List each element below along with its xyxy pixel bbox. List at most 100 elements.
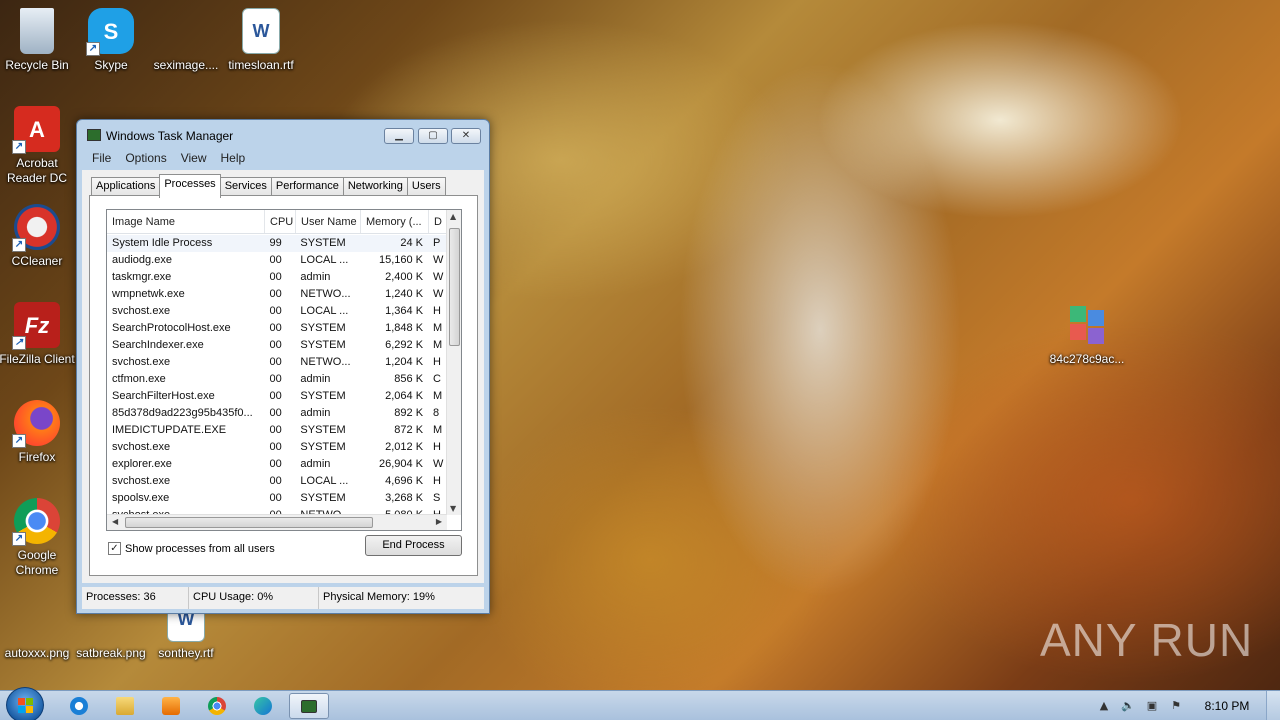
menu-file[interactable]: File <box>85 150 118 168</box>
anyrun-watermark: ANY RUN <box>1040 610 1253 670</box>
taskbar-chrome[interactable] <box>197 693 237 719</box>
desktop-icon-timesloan[interactable]: W timesloan.rtf <box>222 8 300 73</box>
tab-applications[interactable]: Applications <box>91 177 161 197</box>
shortcut-arrow-icon: ↗ <box>12 532 26 546</box>
desktop-icon-firefox[interactable]: ↗ Firefox <box>0 400 76 465</box>
row-image-name: svchost.exe <box>112 475 171 487</box>
desktop-icon-chrome[interactable]: ↗ Google Chrome <box>0 498 76 578</box>
scroll-down-icon[interactable]: ▼ <box>450 504 456 513</box>
watermark-text: ANY RUN <box>1040 614 1254 666</box>
shortcut-arrow-icon: ↗ <box>86 42 100 56</box>
close-button[interactable]: ✕ <box>451 128 481 144</box>
desktop-icon-ccleaner[interactable]: ↗ CCleaner <box>0 204 76 269</box>
table-row[interactable]: explorer.exe 00 admin 26,904 K W <box>107 456 448 473</box>
desktop-icon-sample[interactable]: 84c278c9ac... <box>1048 302 1126 367</box>
vertical-scrollbar[interactable]: ▲ ▼ <box>446 210 461 515</box>
table-row[interactable]: svchost.exe 00 SYSTEM 2,012 K H <box>107 439 448 456</box>
clock[interactable]: 8:10 PM <box>1188 699 1266 713</box>
scroll-right-icon[interactable]: ▶ <box>436 517 442 526</box>
row-memory: 2,012 K <box>385 441 424 453</box>
shortcut-arrow-icon: ↗ <box>12 336 26 350</box>
network-icon[interactable]: ▣ <box>1144 699 1160 713</box>
explorer-icon <box>116 697 134 715</box>
tab-processes[interactable]: Processes <box>159 174 221 198</box>
table-row[interactable]: System Idle Process 99 SYSTEM 24 K P <box>107 235 448 252</box>
start-button[interactable] <box>6 687 44 720</box>
taskbar-media-player[interactable] <box>151 693 191 719</box>
menu-view[interactable]: View <box>174 150 214 168</box>
tray-expand-icon[interactable]: ▲ <box>1096 699 1112 713</box>
menu-options[interactable]: Options <box>118 150 173 168</box>
table-row[interactable]: svchost.exe 00 LOCAL ... 4,696 K H <box>107 473 448 490</box>
tab-networking[interactable]: Networking <box>342 177 408 197</box>
title-bar[interactable]: Windows Task Manager ▁ ▢ ✕ <box>77 120 489 150</box>
row-user-name: NETWO... <box>300 288 351 300</box>
table-row[interactable]: SearchFilterHost.exe 00 SYSTEM 2,064 K M <box>107 388 448 405</box>
show-all-users-label[interactable]: Show processes from all users <box>125 543 275 555</box>
table-row[interactable]: audiodg.exe 00 LOCAL ... 15,160 K W <box>107 252 448 269</box>
table-row[interactable]: 85d378d9ad223g95b435f0... 00 admin 892 K 8 <box>107 405 448 422</box>
desktop-icon-label: CCleaner <box>11 254 63 268</box>
volume-icon[interactable]: 🔈 <box>1120 699 1136 713</box>
row-memory: 856 K <box>394 373 424 385</box>
table-row[interactable]: svchost.exe 00 LOCAL ... 1,364 K H <box>107 303 448 320</box>
taskbar-explorer[interactable] <box>105 693 145 719</box>
desktop-icon-recycle-bin[interactable]: Recycle Bin <box>0 8 76 73</box>
row-image-name: svchost.exe <box>112 305 171 317</box>
row-memory: 2,064 K <box>385 390 424 402</box>
table-row[interactable]: taskmgr.exe 00 admin 2,400 K W <box>107 269 448 286</box>
desktop-icon-label: Recycle Bin <box>5 58 69 72</box>
row-description: C <box>433 373 441 385</box>
taskbar-task-manager[interactable] <box>289 693 329 719</box>
scroll-thumb[interactable] <box>125 517 373 528</box>
table-row[interactable]: svchost.exe 00 NETWO... 1,204 K H <box>107 354 448 371</box>
minimize-button[interactable]: ▁ <box>384 128 414 144</box>
table-row[interactable]: wmpnetwk.exe 00 NETWO... 1,240 K W <box>107 286 448 303</box>
edge-icon <box>254 697 272 715</box>
table-row[interactable]: ctfmon.exe 00 admin 856 K C <box>107 371 448 388</box>
table-row[interactable]: SearchProtocolHost.exe 00 SYSTEM 1,848 K M <box>107 320 448 337</box>
maximize-button[interactable]: ▢ <box>418 128 448 144</box>
column-user-name[interactable]: User Name <box>296 210 361 233</box>
scroll-thumb[interactable] <box>449 228 460 346</box>
column-memory[interactable]: Memory (... <box>361 210 429 233</box>
tab-services[interactable]: Services <box>219 177 272 197</box>
row-user-name: LOCAL ... <box>300 475 349 487</box>
tab-performance[interactable]: Performance <box>270 177 344 197</box>
process-list[interactable]: Image Name CPU User Name Memory (... D S… <box>106 209 462 531</box>
table-row[interactable]: IMEDICTUPDATE.EXE 00 SYSTEM 872 K M <box>107 422 448 439</box>
show-all-users-checkbox[interactable]: ✓ <box>108 542 121 555</box>
table-row[interactable]: spoolsv.exe 00 SYSTEM 3,268 K S <box>107 490 448 507</box>
table-row[interactable]: SearchIndexer.exe 00 SYSTEM 6,292 K M <box>107 337 448 354</box>
taskbar-edge[interactable] <box>243 693 283 719</box>
desktop-icon-seximage[interactable]: seximage.... <box>147 8 225 73</box>
scroll-up-icon[interactable]: ▲ <box>450 212 456 221</box>
process-rows: System Idle Process 99 SYSTEM 24 K Paudiodg.… <box>107 235 448 524</box>
status-cpu-usage: CPU Usage: 0% <box>189 587 319 609</box>
menu-help[interactable]: Help <box>214 150 253 168</box>
column-image-name[interactable]: Image Name <box>107 210 265 233</box>
desktop-icon-label: Acrobat Reader DC <box>6 156 68 185</box>
tab-users[interactable]: Users <box>406 177 446 197</box>
desktop-icon-acrobat[interactable]: A ↗ Acrobat Reader DC <box>0 106 76 186</box>
row-description: W <box>433 271 444 283</box>
windows-logo-icon <box>18 698 34 714</box>
row-cpu: 00 <box>269 305 282 317</box>
end-process-button[interactable]: End Process <box>365 535 462 556</box>
column-cpu[interactable]: CPU <box>265 210 296 233</box>
taskbar-ie[interactable] <box>59 693 99 719</box>
image-file-icon <box>163 8 209 54</box>
desktop-icon-label: Google Chrome <box>15 548 59 577</box>
row-description: W <box>433 288 444 300</box>
desktop-icon-skype[interactable]: S ↗ Skype <box>72 8 150 73</box>
desktop-icon-filezilla[interactable]: Fz ↗ FileZilla Client <box>0 302 76 367</box>
show-desktop-button[interactable] <box>1266 691 1280 720</box>
row-user-name: SYSTEM <box>300 390 346 402</box>
desktop-icon-autoxxx[interactable]: autoxxx.png <box>0 596 76 661</box>
row-image-name: audiodg.exe <box>112 254 172 266</box>
desktop-icon-label: 84c278c9ac... <box>1049 352 1125 366</box>
scroll-left-icon[interactable]: ◀ <box>112 517 118 526</box>
row-memory: 1,848 K <box>385 322 424 334</box>
action-center-flag-icon[interactable]: ⚑ <box>1168 699 1184 713</box>
horizontal-scrollbar[interactable]: ◀ ▶ <box>107 514 447 530</box>
